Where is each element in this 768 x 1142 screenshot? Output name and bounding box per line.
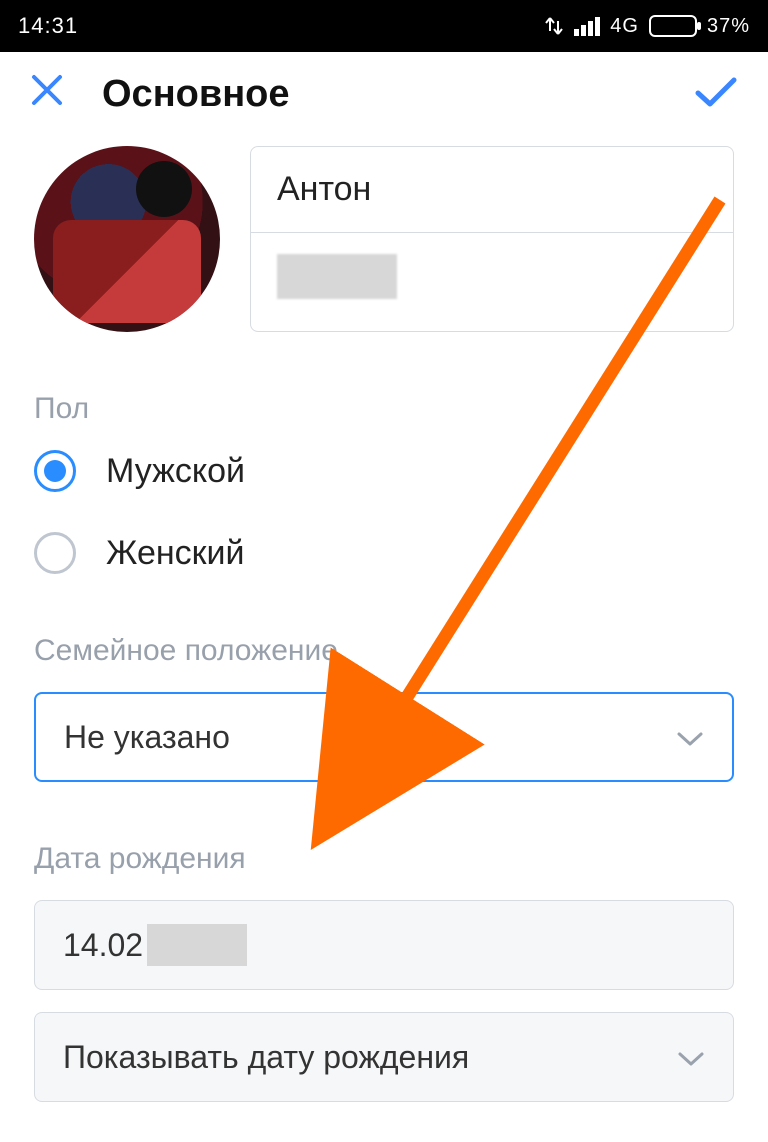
radio-male[interactable]: Мужской	[34, 450, 734, 492]
chevron-down-icon	[677, 1039, 705, 1076]
birth-visibility-label: Показывать дату рождения	[63, 1039, 469, 1076]
first-name-field[interactable]: Антон	[251, 147, 733, 233]
birth-value: 14.02	[63, 927, 143, 964]
page-title: Основное	[102, 73, 290, 116]
top-bar: Основное	[0, 52, 768, 136]
gender-label: Пол	[34, 392, 734, 426]
relationship-select[interactable]: Не указано	[34, 692, 734, 782]
signal-icon	[574, 17, 600, 36]
birth-visibility-select[interactable]: Показывать дату рождения	[34, 1012, 734, 1102]
name-fields: Антон	[250, 146, 734, 332]
close-icon[interactable]	[30, 72, 64, 117]
birth-redacted	[147, 924, 247, 966]
female-label: Женский	[106, 534, 245, 573]
status-time: 14:31	[18, 13, 78, 39]
network-label: 4G	[610, 15, 639, 38]
radio-icon	[34, 450, 76, 492]
radio-icon	[34, 532, 76, 574]
status-right: 4G 37%	[544, 15, 750, 38]
chevron-down-icon	[676, 719, 704, 756]
relationship-value: Не указано	[64, 719, 230, 756]
radio-female[interactable]: Женский	[34, 532, 734, 574]
relationship-label: Семейное положение	[34, 634, 734, 668]
battery-percent: 37%	[707, 15, 750, 38]
avatar[interactable]	[34, 146, 220, 332]
birth-label: Дата рождения	[34, 842, 734, 876]
first-name-value: Антон	[277, 170, 371, 209]
confirm-icon[interactable]	[694, 75, 738, 114]
camera-icon	[99, 234, 155, 283]
profile-row: Антон	[34, 136, 734, 332]
battery-icon	[649, 15, 697, 37]
male-label: Мужской	[106, 452, 245, 491]
last-name-field[interactable]	[251, 233, 733, 319]
last-name-redacted	[277, 254, 397, 299]
data-transfer-icon	[544, 15, 564, 37]
birth-date-field[interactable]: 14.02	[34, 900, 734, 990]
status-bar: 14:31 4G 37%	[0, 0, 768, 52]
